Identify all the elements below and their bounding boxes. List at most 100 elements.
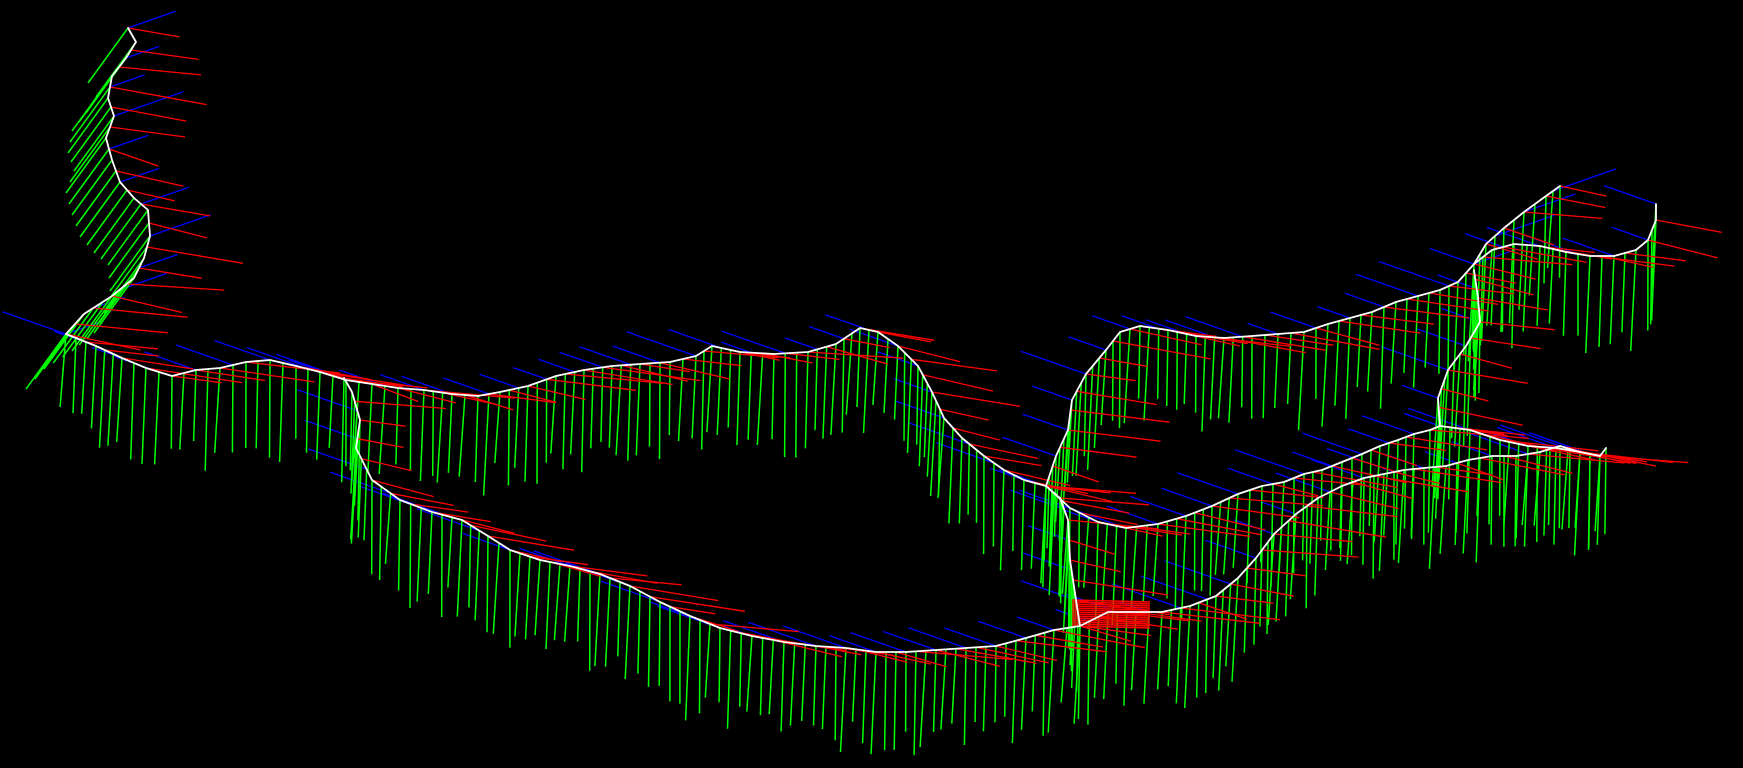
x-axis-line: [509, 389, 557, 404]
y-axis-line: [1395, 439, 1399, 545]
z-axis-line: [214, 339, 271, 361]
y-axis-line: [86, 283, 128, 340]
x-axis-line: [922, 374, 994, 392]
y-axis-line: [514, 553, 521, 637]
y-axis-line: [1528, 203, 1536, 296]
y-axis-line: [862, 329, 870, 434]
y-axis-line: [771, 353, 775, 440]
y-axis-line: [1424, 292, 1430, 368]
y-axis-line: [1156, 611, 1163, 690]
y-axis-line: [1195, 602, 1200, 698]
y-axis-line: [1214, 501, 1222, 575]
y-axis-line: [170, 375, 173, 449]
x-axis-line: [1129, 328, 1202, 346]
y-axis-line: [851, 649, 857, 722]
y-axis-line: [594, 573, 601, 667]
y-axis-line: [384, 493, 392, 564]
y-axis-line: [1553, 447, 1557, 545]
x-axis-line: [1085, 373, 1136, 382]
y-axis-line: [704, 623, 711, 698]
trajectory-viewport[interactable]: [0, 0, 1743, 768]
z-axis-line: [1020, 580, 1077, 601]
y-axis-line: [872, 331, 879, 405]
y-axis-line: [1231, 577, 1239, 682]
y-axis-line: [746, 635, 753, 712]
y-axis-line: [856, 327, 861, 408]
z-axis-line: [977, 620, 1027, 639]
y-axis-line: [569, 371, 576, 455]
y-axis-line: [1345, 317, 1351, 419]
y-axis-line: [684, 615, 691, 721]
y-axis-line: [1378, 473, 1385, 571]
y-axis-line: [106, 246, 148, 303]
z-axis-line: [1129, 495, 1187, 517]
x-axis-line: [171, 375, 222, 384]
z-axis-line: [144, 351, 197, 371]
y-axis-line: [1012, 474, 1015, 552]
y-axis-line: [637, 591, 641, 674]
y-axis-line: [107, 209, 149, 266]
y-axis-line: [1372, 475, 1375, 579]
y-axis-line: [590, 368, 595, 449]
y-axis-line: [580, 369, 585, 473]
z-axis-line: [1270, 311, 1317, 329]
y-axis-line: [563, 565, 571, 642]
y-axis-line: [915, 365, 919, 445]
y-axis-line: [726, 630, 732, 729]
x-axis-line: [1331, 465, 1408, 484]
x-axis-line: [1264, 334, 1334, 346]
y-axis-line: [789, 643, 796, 726]
y-axis-line: [1373, 445, 1381, 542]
y-axis-line: [80, 341, 87, 414]
y-axis-line: [919, 650, 927, 748]
x-axis-line: [1447, 369, 1528, 384]
y-axis-line: [474, 530, 481, 621]
y-axis-line: [153, 371, 160, 465]
x-axis-line: [1068, 539, 1115, 555]
x-axis-line: [1624, 252, 1686, 262]
y-axis-line: [1130, 526, 1138, 607]
y-axis-line: [1412, 295, 1419, 388]
z-axis-line: [1317, 305, 1351, 319]
x-axis-line: [939, 408, 989, 421]
x-axis-line: [1470, 337, 1541, 350]
y-axis-line: [492, 542, 500, 634]
y-axis-line: [647, 596, 651, 687]
y-axis-line: [648, 363, 651, 447]
x-axis-line: [146, 246, 244, 264]
z-axis-line: [1429, 247, 1475, 265]
y-axis-line: [839, 647, 847, 753]
y-axis-line: [534, 559, 541, 636]
y-axis-line: [951, 648, 957, 724]
x-axis-line: [115, 170, 184, 187]
z-axis-line: [443, 377, 490, 395]
x-axis-line: [682, 358, 742, 367]
z-axis-line: [1310, 458, 1365, 479]
x-axis-line: [354, 400, 446, 410]
y-axis-line: [1077, 512, 1081, 588]
x-axis-line: [621, 364, 688, 382]
y-axis-line: [378, 385, 386, 475]
x-axis-line: [110, 106, 187, 122]
y-axis-line: [1201, 336, 1207, 432]
y-axis-line: [1547, 448, 1551, 526]
y-axis-line: [1390, 301, 1397, 384]
z-axis-line: [1347, 428, 1390, 444]
y-axis-line: [179, 372, 185, 450]
y-axis-line: [1629, 249, 1637, 351]
y-axis-line: [1543, 195, 1547, 284]
y-axis-line: [963, 647, 967, 746]
trajectory-3d-plot: [2, 10, 1722, 756]
x-axis-line: [108, 148, 159, 167]
y-axis-line: [25, 333, 67, 390]
y-axis-line: [759, 637, 764, 716]
z-axis-line: [519, 547, 571, 567]
x-axis-line: [130, 49, 199, 61]
y-axis-line: [926, 391, 933, 477]
trajectory-segment: [1439, 425, 1607, 457]
y-axis-line: [903, 352, 906, 441]
y-axis-line: [419, 389, 425, 482]
y-axis-line: [940, 649, 947, 730]
y-axis-line: [1598, 255, 1603, 347]
y-axis-line: [698, 619, 701, 714]
